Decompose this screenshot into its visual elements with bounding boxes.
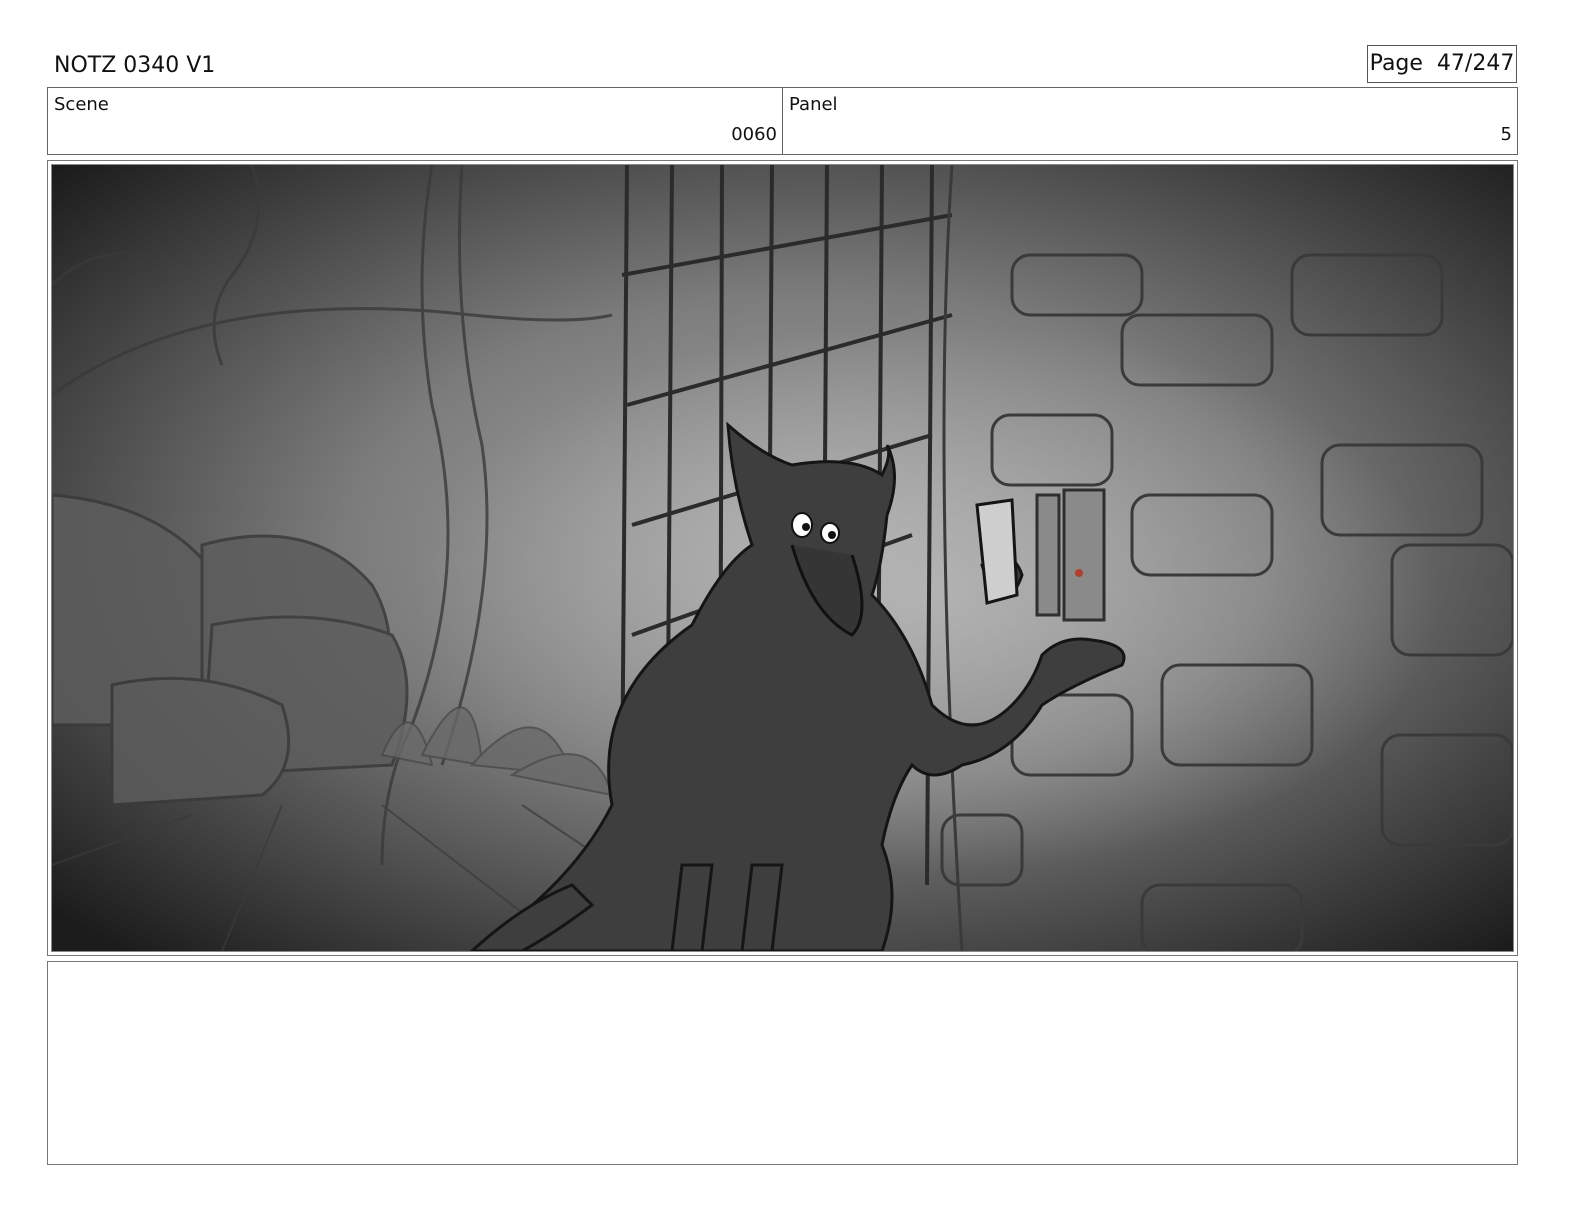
panel-cell: Panel 5 — [782, 88, 1517, 154]
scene-panel-info: Scene 0060 Panel 5 — [47, 87, 1518, 155]
scene-label: Scene — [54, 94, 109, 115]
sketch-illustration — [52, 165, 1513, 951]
scene-cell: Scene 0060 — [48, 88, 782, 154]
document-title: NOTZ 0340 V1 — [54, 53, 216, 78]
panel-value: 5 — [1500, 124, 1512, 145]
storyboard-panel-image — [51, 164, 1514, 952]
page-number: Page 47/247 — [1367, 45, 1517, 83]
notes-area — [47, 961, 1518, 1165]
panel-label: Panel — [789, 94, 838, 115]
scene-value: 0060 — [731, 124, 777, 145]
